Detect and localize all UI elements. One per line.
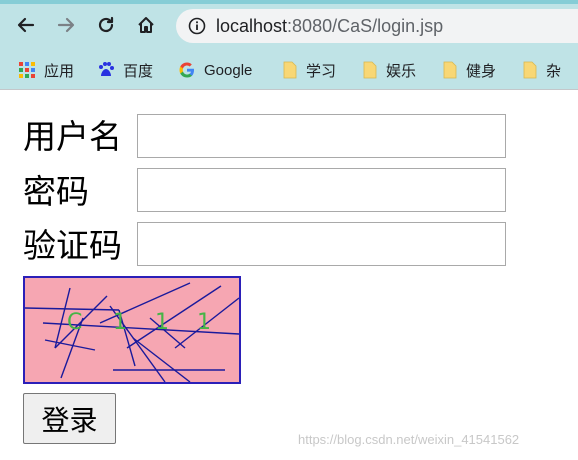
bookmark-apps[interactable]: 应用 — [18, 58, 74, 82]
baidu-paw-icon — [99, 62, 114, 76]
url-text: localhost:8080/CaS/login.jsp — [216, 16, 443, 37]
google-g-icon — [179, 62, 194, 78]
home-icon[interactable] — [133, 12, 159, 38]
captcha-char: C — [67, 310, 83, 335]
username-field[interactable] — [137, 114, 506, 158]
captcha-label: 验证码 — [23, 226, 122, 265]
login-button[interactable]: 登录 — [23, 393, 116, 444]
username-label: 用户名 — [23, 117, 122, 156]
browser-chrome: localhost:8080/CaS/login.jsp 应用 百度 Googl… — [0, 4, 578, 90]
reload-icon[interactable] — [93, 12, 119, 38]
captcha-char: 1 — [197, 310, 211, 335]
bookmark-label: 应用 — [44, 62, 75, 80]
bookmark-label: 杂 — [546, 62, 562, 80]
bookmark-google[interactable]: Google — [178, 58, 252, 82]
bookmark-folder-misc[interactable]: 杂 — [522, 58, 561, 82]
folder-icon — [443, 61, 457, 79]
bookmark-folder-study[interactable]: 学习 — [282, 58, 336, 82]
apps-grid-icon — [19, 62, 35, 78]
chrome-divider — [0, 89, 578, 90]
bookmark-label: 百度 — [123, 62, 154, 80]
folder-icon — [363, 61, 377, 79]
captcha-char: 1 — [113, 310, 127, 335]
address-bar[interactable]: localhost:8080/CaS/login.jsp — [176, 9, 578, 43]
bookmark-folder-entertainment[interactable]: 娱乐 — [362, 58, 416, 82]
bookmark-folder-fitness[interactable]: 健身 — [442, 58, 496, 82]
password-field[interactable] — [137, 168, 506, 212]
captcha-char: 1 — [155, 310, 169, 335]
bookmark-baidu[interactable]: 百度 — [97, 58, 153, 82]
bookmarks-bar: 应用 百度 Google 学习 娱乐 健身 杂 — [0, 52, 578, 86]
info-icon[interactable] — [188, 17, 206, 35]
bookmark-label: Google — [204, 61, 253, 79]
captcha-image[interactable]: C 1 1 1 — [23, 276, 241, 384]
password-label: 密码 — [23, 172, 89, 211]
back-arrow-icon[interactable] — [13, 12, 39, 38]
bookmark-label: 健身 — [466, 62, 497, 80]
forward-arrow-icon[interactable] — [53, 12, 79, 38]
url-host: localhost — [216, 16, 288, 36]
url-path: :8080/CaS/login.jsp — [287, 16, 444, 36]
captcha-field[interactable] — [137, 222, 506, 266]
bookmark-label: 娱乐 — [386, 62, 417, 80]
folder-icon — [523, 61, 537, 79]
folder-icon — [283, 61, 297, 79]
watermark: https://blog.csdn.net/weixin_41541562 — [298, 432, 520, 447]
bookmark-label: 学习 — [306, 62, 337, 80]
